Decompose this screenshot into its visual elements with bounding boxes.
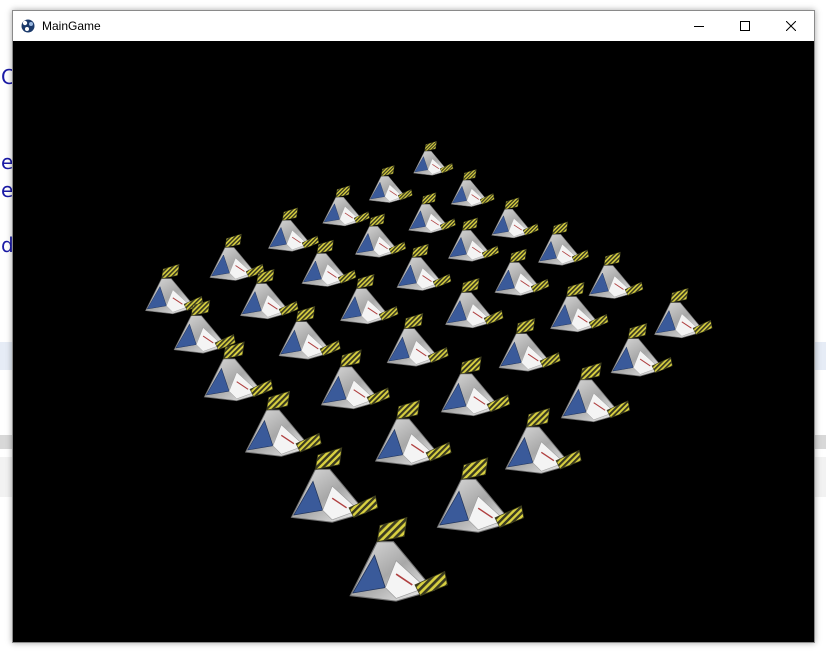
game-window: MainGame	[12, 10, 815, 643]
spaceship	[445, 277, 504, 329]
ship-part	[460, 356, 482, 375]
spaceship	[301, 239, 357, 287]
ship-part	[376, 516, 408, 543]
close-icon	[786, 21, 796, 31]
spaceship	[537, 221, 590, 266]
spaceship	[322, 185, 370, 227]
spaceship	[203, 341, 274, 402]
ship-part	[266, 390, 291, 411]
ship-part	[603, 251, 621, 266]
ship-part	[552, 221, 569, 235]
spaceship	[491, 197, 539, 239]
ship-part	[161, 263, 180, 279]
ship-fleet	[145, 140, 713, 602]
game-viewport[interactable]	[13, 41, 814, 642]
spaceship	[290, 447, 379, 523]
ship-part	[380, 165, 395, 177]
close-button[interactable]	[768, 11, 814, 41]
spaceship	[447, 217, 500, 262]
ship-part	[509, 248, 527, 263]
spaceship	[408, 192, 456, 234]
spaceship	[320, 349, 391, 410]
ship-part	[335, 185, 351, 198]
spaceship	[413, 140, 454, 176]
ship-part	[403, 313, 424, 330]
ship-part	[316, 239, 334, 254]
ship-part	[627, 323, 648, 340]
ship-part	[396, 399, 421, 420]
ship-part	[421, 192, 437, 205]
ship-part	[224, 233, 242, 248]
ship-part	[411, 243, 429, 258]
maximize-icon	[740, 21, 750, 31]
spaceship	[267, 207, 320, 252]
ship-part	[295, 306, 316, 323]
ship-part	[460, 457, 489, 480]
ship-part	[369, 213, 386, 227]
ship-part	[461, 277, 480, 293]
ship-part	[515, 318, 536, 335]
spaceship	[340, 273, 399, 325]
spaceship	[368, 165, 413, 203]
spaceship	[440, 356, 511, 417]
ship-part	[504, 197, 520, 210]
ship-part	[526, 407, 551, 428]
spaceship	[349, 516, 448, 602]
minimize-button[interactable]	[676, 11, 722, 41]
spaceship	[450, 169, 495, 207]
ship-part	[424, 140, 437, 152]
ship-part	[340, 349, 362, 368]
spaceship	[278, 306, 341, 360]
ship-part	[462, 217, 479, 231]
title-bar[interactable]: MainGame	[13, 11, 814, 41]
spaceship	[494, 248, 550, 296]
spaceship	[386, 313, 449, 367]
ship-part	[314, 447, 343, 470]
spaceship	[396, 243, 452, 291]
app-gear-icon	[21, 19, 35, 33]
spaceship	[374, 399, 452, 466]
spaceship	[654, 287, 713, 339]
ship-part	[282, 207, 299, 221]
minimize-icon	[694, 26, 704, 27]
ship-part	[462, 169, 477, 181]
ship-part	[356, 273, 375, 289]
spaceship	[588, 251, 644, 299]
window-title: MainGame	[42, 19, 101, 33]
ship-part	[566, 281, 585, 297]
ship-part	[670, 287, 689, 303]
spaceship	[498, 318, 561, 372]
spaceship	[244, 390, 322, 457]
ship-part	[580, 362, 602, 381]
spaceship	[209, 233, 265, 281]
maximize-button[interactable]	[722, 11, 768, 41]
